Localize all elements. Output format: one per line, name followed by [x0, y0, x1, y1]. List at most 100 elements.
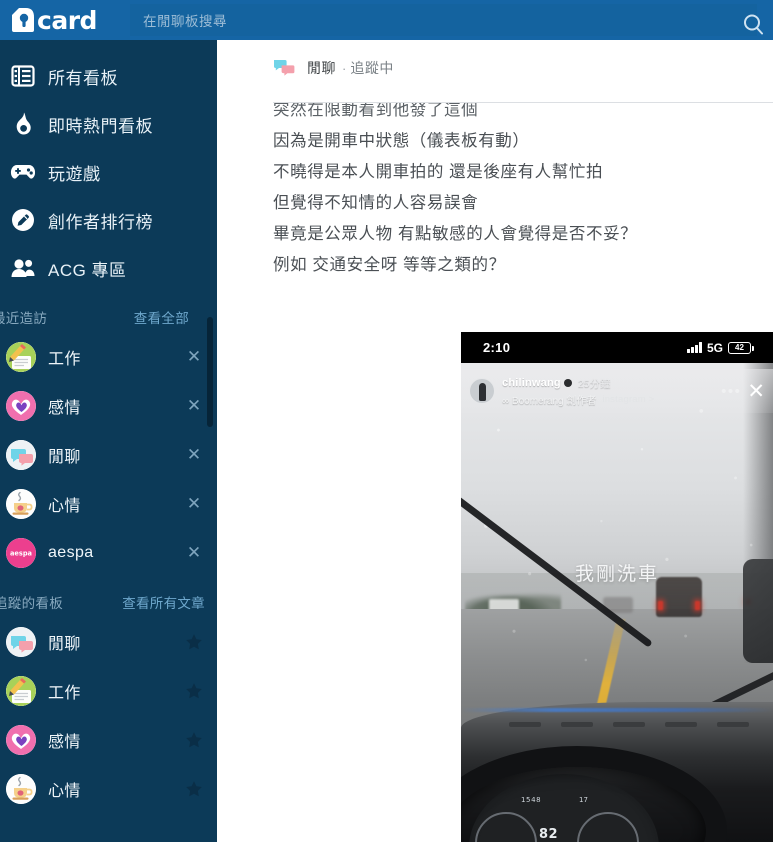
- phone-status-bar: 2:10 5G 42: [461, 332, 773, 363]
- star-icon[interactable]: [185, 633, 203, 651]
- sidebar-item-games[interactable]: 玩遊戲: [0, 148, 217, 196]
- board-label: 工作: [48, 350, 81, 368]
- gamepad-icon: [6, 157, 40, 187]
- sidebar-item-acg[interactable]: ACG 專區: [0, 244, 217, 292]
- close-icon[interactable]: ✕: [185, 446, 203, 463]
- dcard-logo[interactable]: card: [0, 0, 130, 40]
- post-board-name: 閒聊: [307, 60, 336, 76]
- sidebar-item-label: 所有看板: [48, 68, 118, 88]
- list-item[interactable]: 心情 ✕: [0, 479, 217, 528]
- chat-board-avatar: [6, 626, 36, 657]
- story-meta: chilinwang 25分鐘 ∞ Boomerang 創作者 instagra…: [502, 376, 721, 407]
- sidebar-item-hot-boards[interactable]: 即時熱門看板: [0, 100, 217, 148]
- followed-boards-header: 追蹤的看板 查看所有文章: [0, 587, 217, 617]
- post-image-instagram-story[interactable]: 2:10 5G 42 1548 17 82 chilinwang 25分鐘 ∞ …: [461, 332, 773, 842]
- list-item[interactable]: 感情 ✕: [0, 381, 217, 430]
- sidebar-nav: 所有看板 即時熱門看板 玩遊戲 創作者排行榜 ACG 專區: [0, 40, 217, 292]
- board-label: 心情: [48, 782, 81, 800]
- close-icon[interactable]: ✕: [747, 381, 765, 402]
- battery-icon: 42: [728, 341, 754, 354]
- story-caption: 我剛洗車: [574, 564, 659, 585]
- board-label: 心情: [48, 497, 81, 515]
- close-icon[interactable]: ✕: [185, 544, 203, 561]
- work-board-avatar: [6, 341, 36, 372]
- recent-visits-see-all-link[interactable]: 查看全部: [134, 307, 189, 327]
- dashboard-trim: [461, 708, 773, 712]
- chat-board-avatar: [6, 439, 36, 470]
- boomerang-label: ∞ Boomerang 創作者: [502, 395, 597, 407]
- list-item[interactable]: 工作 ✕: [0, 332, 217, 381]
- star-icon[interactable]: [185, 780, 203, 798]
- post-line: 因為是開車中狀態（儀表板有動）: [273, 132, 530, 150]
- defroster-vents: [479, 722, 755, 729]
- list-item[interactable]: 工作: [0, 666, 217, 715]
- board-label: aespa: [48, 543, 94, 561]
- battery-level: 42: [735, 343, 744, 352]
- sidebar-item-label: 玩遊戲: [48, 164, 101, 184]
- search-input[interactable]: 在閒聊板搜尋: [130, 4, 763, 36]
- svg-text:aespa: aespa: [10, 549, 32, 557]
- instagram-source-link[interactable]: instagram >: [602, 394, 654, 405]
- list-item[interactable]: 閒聊 ✕: [0, 430, 217, 479]
- mood-board-avatar: [6, 773, 36, 804]
- star-icon[interactable]: [185, 731, 203, 749]
- list-board-icon: [6, 61, 40, 91]
- list-item[interactable]: aespa aespa ✕: [0, 528, 217, 577]
- search-icon[interactable]: [737, 8, 769, 40]
- board-label: 工作: [48, 684, 81, 702]
- post-follow-status[interactable]: 追蹤中: [350, 58, 394, 78]
- sidebar-item-all-boards[interactable]: 所有看板: [0, 52, 217, 100]
- list-item[interactable]: 感情: [0, 715, 217, 764]
- network-label: 5G: [706, 340, 723, 355]
- post-line: 例如 交通安全呀 等等之類的？: [273, 256, 506, 274]
- love-board-avatar: [6, 724, 36, 755]
- search-placeholder: 在閒聊板搜尋: [143, 14, 227, 29]
- steering-wheel: [461, 746, 727, 842]
- love-board-avatar: [6, 390, 36, 421]
- followed-boards-title: 追蹤的看板: [0, 596, 63, 611]
- recent-visits-title: 最近造訪: [0, 311, 48, 326]
- board-label: 感情: [48, 399, 81, 417]
- post-line: 突然在限動看到他發了這個: [273, 103, 479, 119]
- verified-badge-icon: [563, 379, 572, 387]
- flame-icon: [6, 109, 40, 139]
- post-content: 突然在限動看到他發了這個 因為是開車中狀態（儀表板有動） 不曉得是本人開車拍的 …: [273, 103, 773, 281]
- close-icon[interactable]: ✕: [185, 495, 203, 512]
- post-board-header[interactable]: 閒聊 · 追蹤中: [217, 40, 773, 88]
- top-header: card 在閒聊板搜尋: [0, 0, 773, 40]
- list-item[interactable]: 心情: [0, 764, 217, 813]
- sidebar-scrollbar[interactable]: [207, 317, 213, 427]
- car-dashboard: 1548 17 82: [461, 702, 773, 842]
- board-label: 閒聊: [48, 635, 81, 653]
- board-label: 感情: [48, 733, 81, 751]
- story-image: 1548 17 82 chilinwang 25分鐘 ∞ Boomerang 創…: [461, 363, 773, 842]
- chat-board-icon: [273, 59, 295, 77]
- more-options-icon[interactable]: •••: [721, 384, 741, 399]
- post-separator: ·: [342, 60, 347, 76]
- story-user-row: chilinwang 25分鐘: [502, 376, 721, 391]
- signal-bars-icon: [687, 342, 702, 353]
- recent-visits-header: 最近造訪 查看全部: [0, 302, 217, 332]
- story-username[interactable]: chilinwang: [502, 377, 561, 389]
- sidebar-item-creator-ranking[interactable]: 創作者排行榜: [0, 196, 217, 244]
- sidebar-item-label: 即時熱門看板: [48, 116, 153, 136]
- pen-badge-icon: [6, 205, 40, 235]
- close-icon[interactable]: ✕: [185, 397, 203, 414]
- story-source-row: ∞ Boomerang 創作者 instagram >: [502, 392, 721, 407]
- dcard-page: card 在閒聊板搜尋 所有看板 即時熱門看板 玩遊戲 創作者排行榜 ACG 專…: [0, 0, 773, 842]
- close-icon[interactable]: ✕: [185, 348, 203, 365]
- post-line: 畢竟是公眾人物 有點敏感的人會覺得是否不妥？: [273, 225, 638, 243]
- followed-boards-see-all-link[interactable]: 查看所有文章: [122, 592, 205, 612]
- story-header: chilinwang 25分鐘 ∞ Boomerang 創作者 instagra…: [461, 369, 773, 413]
- aespa-board-avatar: aespa: [6, 537, 36, 568]
- mood-board-avatar: [6, 488, 36, 519]
- people-icon: [6, 253, 40, 283]
- status-time: 2:10: [483, 340, 511, 355]
- story-timestamp: 25分鐘: [577, 377, 611, 390]
- dcard-logo-icon: [10, 6, 36, 34]
- avatar[interactable]: [469, 378, 495, 404]
- sidebar-item-label: ACG 專區: [48, 260, 127, 280]
- sidebar-item-label: 創作者排行榜: [48, 212, 153, 232]
- list-item[interactable]: 閒聊: [0, 617, 217, 666]
- star-icon[interactable]: [185, 682, 203, 700]
